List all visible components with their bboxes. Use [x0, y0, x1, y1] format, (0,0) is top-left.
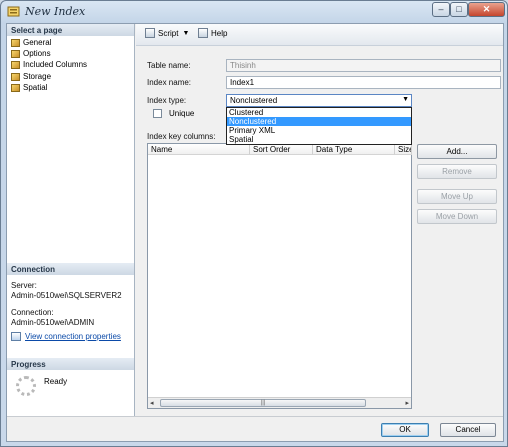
remove-button[interactable]: Remove [417, 164, 497, 179]
chevron-down-icon[interactable]: ▼ [402, 96, 409, 103]
toolbar: Script ▼ Help [136, 24, 503, 46]
index-name-input[interactable]: Index1 [226, 76, 501, 89]
help-icon [198, 28, 208, 38]
dialog-client-area: Select a page General Options Included C… [6, 23, 504, 442]
maximize-button[interactable]: □ [450, 2, 468, 17]
index-key-columns-grid[interactable]: Name Sort Order Data Type Size ◂ ||| ▸ [147, 143, 412, 409]
dialog-footer: OK Cancel [7, 416, 503, 441]
help-label: Help [211, 28, 228, 38]
index-type-label: Index type: [147, 96, 187, 105]
title-bar[interactable]: New Index ‒ □ ✕ [1, 1, 507, 23]
index-key-columns-label: Index key columns: [147, 132, 216, 141]
index-name-label: Index name: [147, 78, 192, 87]
add-button[interactable]: Add... [417, 144, 497, 159]
connection-header: Connection [7, 263, 134, 275]
table-name-field: Thisinh [226, 59, 501, 72]
connection-value: Admin-0510wei\ADMIN [11, 318, 95, 327]
page-item-storage[interactable]: Storage [11, 71, 51, 82]
move-down-button[interactable]: Move Down [417, 209, 497, 224]
progress-spinner-icon [16, 376, 36, 396]
index-type-dropdown-list[interactable]: Clustered Nonclustered Primary XML Spati… [226, 107, 412, 145]
option-primary-xml[interactable]: Primary XML [227, 126, 411, 135]
server-label: Server: [11, 281, 37, 290]
select-page-header: Select a page [7, 24, 134, 36]
scroll-right-arrow-icon[interactable]: ▸ [405, 399, 409, 407]
column-header-data-type[interactable]: Data Type [313, 144, 395, 155]
page-icon [11, 38, 20, 47]
window-title: New Index [25, 5, 86, 18]
page-icon [11, 83, 20, 92]
connection-label: Connection: [11, 308, 54, 317]
view-connection-properties-label: View connection properties [25, 332, 121, 341]
progress-status: Ready [44, 377, 68, 386]
option-nonclustered[interactable]: Nonclustered [227, 117, 411, 126]
column-header-sort-order[interactable]: Sort Order [250, 144, 313, 155]
column-header-size[interactable]: Size [395, 144, 412, 155]
script-icon [145, 28, 155, 38]
help-button[interactable]: Help [198, 28, 227, 38]
page-icon [11, 49, 20, 58]
view-connection-properties-link[interactable]: View connection properties [11, 332, 121, 341]
new-index-window: New Index ‒ □ ✕ Select a page General Op… [0, 0, 508, 447]
script-button[interactable]: Script ▼ [145, 28, 189, 38]
page-item-options[interactable]: Options [11, 48, 51, 59]
page-item-label: Options [23, 49, 51, 58]
table-name-label: Table name: [147, 61, 191, 70]
index-type-select[interactable]: Nonclustered ▼ [226, 94, 412, 107]
unique-label: Unique [169, 109, 195, 118]
script-label: Script [158, 28, 179, 38]
page-item-spatial[interactable]: Spatial [11, 82, 47, 93]
option-clustered[interactable]: Clustered [227, 108, 411, 117]
unique-checkbox[interactable] [153, 109, 162, 118]
page-icon [11, 72, 20, 81]
page-item-label: Spatial [23, 83, 48, 92]
scroll-left-arrow-icon[interactable]: ◂ [150, 399, 154, 407]
progress-header: Progress [7, 358, 134, 370]
page-item-general[interactable]: General [11, 37, 51, 48]
properties-icon [11, 332, 21, 341]
index-icon [7, 6, 20, 17]
page-item-included-columns[interactable]: Included Columns [11, 59, 87, 70]
ok-button[interactable]: OK [381, 423, 429, 437]
index-type-value: Nonclustered [230, 96, 278, 105]
page-item-label: General [23, 38, 52, 47]
page-icon [11, 60, 20, 69]
column-header-name[interactable]: Name [148, 144, 250, 155]
chevron-down-icon[interactable]: ▼ [182, 30, 189, 37]
horizontal-scrollbar[interactable]: ◂ ||| ▸ [148, 397, 411, 408]
left-pane: Select a page General Options Included C… [7, 24, 135, 416]
scrollbar-thumb[interactable]: ||| [160, 399, 366, 407]
close-button[interactable]: ✕ [468, 2, 505, 17]
server-value: Admin-0510wei\SQLSERVER2 [11, 291, 122, 300]
move-up-button[interactable]: Move Up [417, 189, 497, 204]
page-item-label: Included Columns [23, 60, 88, 69]
cancel-button[interactable]: Cancel [440, 423, 496, 437]
minimize-button[interactable]: ‒ [432, 2, 450, 17]
page-item-label: Storage [23, 72, 52, 81]
option-spatial[interactable]: Spatial [227, 135, 411, 144]
